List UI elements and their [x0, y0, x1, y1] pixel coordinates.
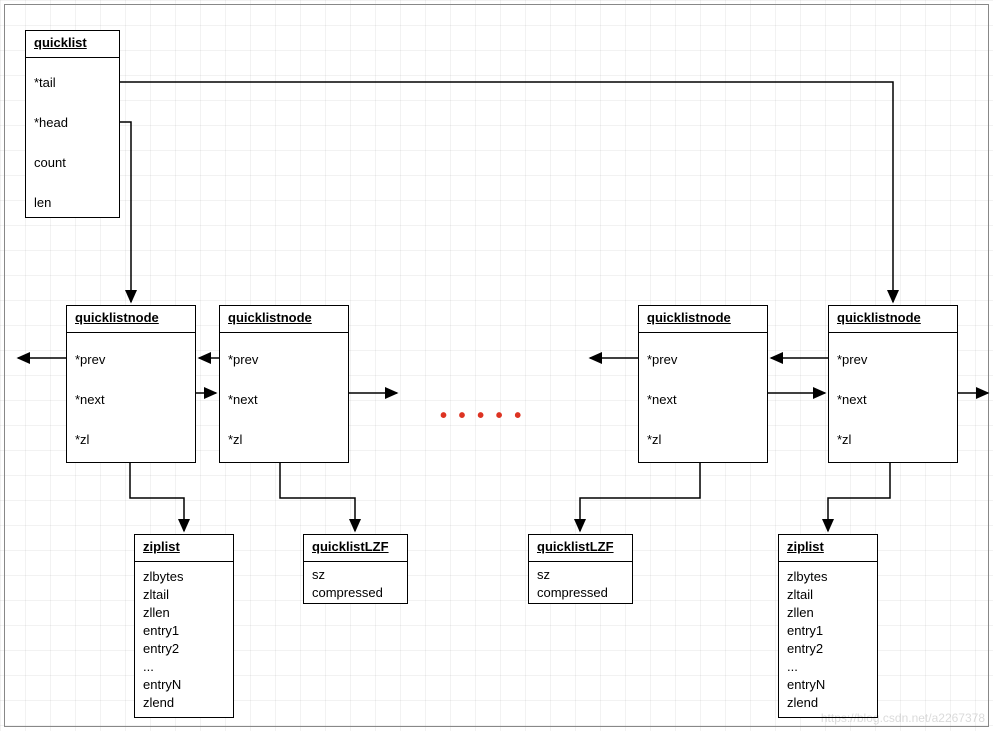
ellipsis-dots: • • • • • [440, 405, 524, 428]
ziplist-field: zltail [143, 587, 169, 602]
quicklistlzf-field: sz [537, 567, 550, 582]
quicklistnode-field: *next [75, 392, 105, 407]
ziplist-field: zllen [787, 605, 814, 620]
quicklistnode-title: quicklistnode [837, 310, 921, 325]
quicklistnode-box: quicklistnode *prev *next *zl [219, 305, 349, 463]
quicklistnode-field: *zl [228, 432, 242, 447]
quicklistnode-field: *prev [647, 352, 677, 367]
quicklistnode-field: *prev [837, 352, 867, 367]
quicklistlzf-box: quicklistLZF sz compressed [303, 534, 408, 604]
quicklistnode-field: *prev [75, 352, 105, 367]
ziplist-field: zlend [787, 695, 818, 710]
ziplist-box: ziplist zlbytes zltail zllen entry1 entr… [778, 534, 878, 718]
quicklist-field: len [34, 195, 51, 210]
quicklistlzf-field: compressed [312, 585, 383, 600]
ziplist-field: zlbytes [143, 569, 183, 584]
quicklistnode-field: *next [228, 392, 258, 407]
quicklistnode-box: quicklistnode *prev *next *zl [66, 305, 196, 463]
quicklistlzf-field: sz [312, 567, 325, 582]
ziplist-field: entry1 [143, 623, 179, 638]
ziplist-field: entryN [787, 677, 825, 692]
quicklist-field: *tail [34, 75, 56, 90]
quicklistnode-field: *next [837, 392, 867, 407]
ziplist-field: zlbytes [787, 569, 827, 584]
ziplist-title: ziplist [143, 539, 180, 554]
quicklistnode-field: *next [647, 392, 677, 407]
quicklist-title: quicklist [34, 35, 87, 50]
ziplist-field: entry1 [787, 623, 823, 638]
quicklistlzf-box: quicklistLZF sz compressed [528, 534, 633, 604]
quicklistlzf-field: compressed [537, 585, 608, 600]
ziplist-field: entryN [143, 677, 181, 692]
watermark: https://blog.csdn.net/a2267378 [821, 711, 985, 725]
quicklistnode-field: *zl [837, 432, 851, 447]
quicklistnode-field: *prev [228, 352, 258, 367]
quicklistlzf-title: quicklistLZF [312, 539, 389, 554]
ziplist-field: ... [787, 659, 798, 674]
quicklistlzf-title: quicklistLZF [537, 539, 614, 554]
quicklistnode-field: *zl [75, 432, 89, 447]
quicklistnode-box: quicklistnode *prev *next *zl [828, 305, 958, 463]
quicklistnode-field: *zl [647, 432, 661, 447]
quicklist-box: quicklist *tail *head count len [25, 30, 120, 218]
ziplist-box: ziplist zlbytes zltail zllen entry1 entr… [134, 534, 234, 718]
quicklistnode-title: quicklistnode [228, 310, 312, 325]
quicklistnode-box: quicklistnode *prev *next *zl [638, 305, 768, 463]
ziplist-field: entry2 [143, 641, 179, 656]
ziplist-field: zlend [143, 695, 174, 710]
quicklist-field: count [34, 155, 66, 170]
ziplist-field: zllen [143, 605, 170, 620]
ziplist-field: ... [143, 659, 154, 674]
quicklist-field: *head [34, 115, 68, 130]
ziplist-field: zltail [787, 587, 813, 602]
quicklistnode-title: quicklistnode [75, 310, 159, 325]
ziplist-field: entry2 [787, 641, 823, 656]
quicklistnode-title: quicklistnode [647, 310, 731, 325]
ziplist-title: ziplist [787, 539, 824, 554]
